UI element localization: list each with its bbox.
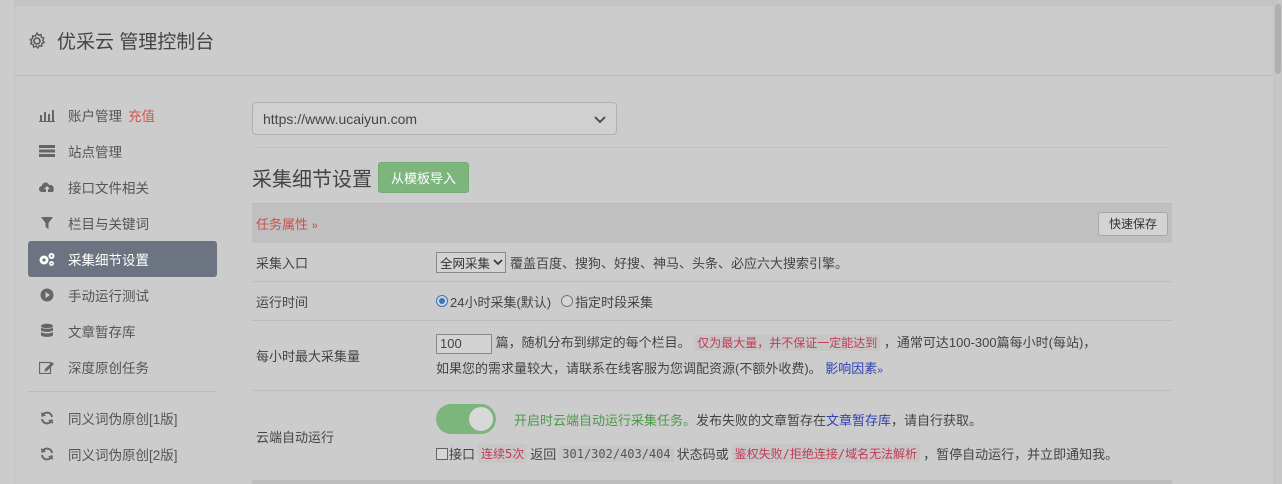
radio-dot <box>561 295 574 307</box>
sidebar-item-deep-original[interactable]: 深度原创任务 <box>28 349 217 385</box>
filter-icon <box>38 215 56 231</box>
max-text-2: ，通常可达100-300篇每小时(每站)， <box>883 335 1097 350</box>
page-header: 优采云 管理控制台 <box>15 6 1273 76</box>
sidebar-item-synonym-v2[interactable]: 同义词伪原创[2版] <box>28 436 217 472</box>
main-content: https://www.ucaiyun.com 采集细节设置 从模板导入 任务属… <box>252 102 1172 463</box>
sidebar-item-synonym-v1[interactable]: 同义词伪原创[1版] <box>28 400 217 436</box>
max-per-hour-input[interactable]: 100 <box>436 333 492 354</box>
sidebar-item-label: 文章暂存库 <box>68 325 136 340</box>
code-errors: 鉴权失败/拒绝连接/域名无法解析 <box>731 444 921 463</box>
sidebar-item-label: 同义词伪原创[1版] <box>68 412 178 427</box>
edit-icon <box>38 359 56 375</box>
max-text-3: 如果您的需求量较大，请联系在线客服为您调配资源(不额外收费)。 <box>436 361 822 376</box>
sidebar-item-label: 栏目与关键词 <box>68 217 149 232</box>
chevron-down-icon <box>493 258 503 265</box>
import-template-button[interactable]: 从模板导入 <box>378 162 470 193</box>
sidebar-item-label: 账户管理 <box>68 109 122 124</box>
section-header: 采集细节设置 从模板导入 <box>252 162 470 193</box>
radio-label: 指定时段采集 <box>575 294 654 310</box>
chevron-down-icon <box>594 111 606 127</box>
bar-chart-icon <box>38 107 56 123</box>
row-max-per-hour: 每小时最大采集量 100 篇，随机分布到绑定的每个栏目。 仅为最大量，并不保证一… <box>252 321 1172 391</box>
site-select-value: https://www.ucaiyun.com <box>263 110 418 127</box>
sidebar-item-article-store[interactable]: 文章暂存库 <box>28 313 217 349</box>
sidebar-divider <box>28 391 217 392</box>
cloud-enabled-text: 开启时云端自动运行采集任务。 <box>514 412 697 428</box>
section-title: 采集细节设置 <box>252 169 372 191</box>
row-runtime: 运行时间 24小时采集(默认) 指定时段采集 <box>252 282 1172 321</box>
sidebar-item-label: 深度原创任务 <box>68 361 149 376</box>
entry-select-value: 全网采集 <box>440 256 491 271</box>
sidebar-item-account[interactable]: 账户管理 充值 <box>28 97 217 133</box>
cloud-upload-icon <box>38 179 56 195</box>
row-label: 云端自动运行 <box>256 429 335 445</box>
row-cloud-auto: 云端自动运行 开启时云端自动运行采集任务。 发布失败的文章暂存在 文章暂存库 ，… <box>252 391 1172 481</box>
sidebar-item-label: 采集细节设置 <box>68 253 149 268</box>
database-icon <box>38 323 56 339</box>
max-text-1: 篇，随机分布到绑定的每个栏目。 <box>495 335 691 350</box>
task-panel: 任务属性 » 快速保存 采集入口 全网采集 覆盖百度、搜狗、好搜、神马、头条、必… <box>252 203 1172 481</box>
sidebar-item-label: 同义词伪原创[2版] <box>68 448 178 463</box>
factors-link-label: 影响因素 <box>825 361 878 376</box>
sidebar-item-columns-keywords[interactable]: 栏目与关键词 <box>28 205 217 241</box>
sidebar-item-interface[interactable]: 接口文件相关 <box>28 169 217 205</box>
radio-label: 24小时采集(默认) <box>450 294 552 310</box>
double-chevron-down-icon: » <box>877 365 883 376</box>
sidebar-item-collect-settings[interactable]: 采集细节设置 <box>28 241 217 277</box>
row-entry: 采集入口 全网采集 覆盖百度、搜狗、好搜、神马、头条、必应六大搜索引擎。 <box>252 243 1172 282</box>
cloud-text-5: ，暂停自动运行，并立即通知我。 <box>923 447 1119 462</box>
play-circle-icon <box>38 287 56 303</box>
factors-link[interactable]: 影响因素» <box>825 361 883 376</box>
sidebar-item-label: 站点管理 <box>68 145 122 160</box>
max-warning: 仅为最大量，并不保证一定能达到 <box>694 335 881 351</box>
code-consecutive: 连续5次 <box>478 444 528 463</box>
row-label: 采集入口 <box>256 255 309 271</box>
code-status: 301/302/403/404 <box>559 445 674 462</box>
toggle-knob <box>469 407 493 431</box>
quick-save-button[interactable]: 快速保存 <box>1097 211 1168 236</box>
article-store-link[interactable]: 文章暂存库 <box>826 410 891 429</box>
panel-header: 任务属性 » 快速保存 <box>252 203 1172 243</box>
task-attr-toggle[interactable]: 任务属性 » <box>256 214 318 233</box>
page-title: 优采云 管理控制台 <box>57 32 215 53</box>
row-value: 开启时云端自动运行采集任务。 发布失败的文章暂存在 文章暂存库 ，请自行获取。 … <box>436 391 1172 481</box>
entry-desc: 覆盖百度、搜狗、好搜、神马、头条、必应六大搜索引擎。 <box>510 255 849 271</box>
cloud-auto-toggle[interactable] <box>436 404 496 434</box>
sidebar-item-manual-run[interactable]: 手动运行测试 <box>28 277 217 313</box>
scrollbar-thumb[interactable] <box>1275 4 1281 74</box>
cloud-text-2: ，请自行获取。 <box>891 412 983 428</box>
refresh-icon <box>38 446 56 462</box>
double-chevron-down-icon: » <box>311 220 318 232</box>
cloud-text-4: 状态码或 <box>676 447 729 462</box>
cloud-text-3: 返回 <box>530 447 557 462</box>
radio-scheduled[interactable]: 指定时段采集 <box>561 292 653 311</box>
site-select[interactable]: https://www.ucaiyun.com <box>252 102 617 135</box>
sidebar-item-label: 接口文件相关 <box>68 181 149 196</box>
sidebar-item-label: 手动运行测试 <box>68 289 149 304</box>
cogs-icon <box>38 251 56 267</box>
recharge-link[interactable]: 充值 <box>128 105 155 125</box>
gear-icon <box>27 31 47 51</box>
scrollbar[interactable] <box>1274 0 1282 484</box>
row-value: 100 篇，随机分布到绑定的每个栏目。 仅为最大量，并不保证一定能达到 ，通常可… <box>436 321 1172 390</box>
radio-24h[interactable]: 24小时采集(默认) <box>436 292 551 311</box>
radio-dot-checked <box>436 295 448 307</box>
panel-bottom-border <box>252 480 1172 484</box>
row-value: 24小时采集(默认) 指定时段采集 <box>436 282 1172 320</box>
divider <box>252 147 1172 148</box>
task-attr-label: 任务属性 <box>256 217 309 232</box>
entry-select[interactable]: 全网采集 <box>436 251 507 273</box>
row-label: 每小时最大采集量 <box>256 349 361 364</box>
server-icon <box>38 143 56 159</box>
sidebar-item-sites[interactable]: 站点管理 <box>28 133 217 169</box>
row-value: 全网采集 覆盖百度、搜狗、好搜、神马、头条、必应六大搜索引擎。 <box>436 243 1172 281</box>
sidebar: 账户管理 充值 站点管理 接口文件相关 栏目与关键词 采集细节设置 手动运行测试… <box>28 97 217 472</box>
cloud-text-1: 发布失败的文章暂存在 <box>696 412 827 428</box>
row-label: 运行时间 <box>256 294 309 310</box>
checkbox-label: 接口 <box>449 447 476 462</box>
refresh-icon <box>38 410 56 426</box>
notify-checkbox[interactable] <box>436 447 448 460</box>
